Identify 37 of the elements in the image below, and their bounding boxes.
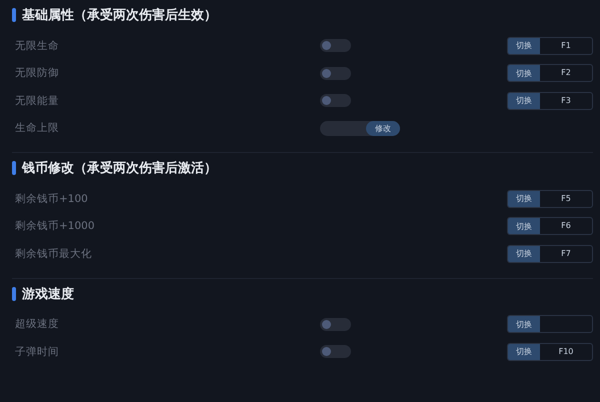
modify-button[interactable]: 修改 (366, 120, 400, 136)
hotkey-label: F5 (560, 192, 572, 205)
input-field[interactable]: 修改 (320, 120, 400, 136)
section-marker (12, 286, 16, 300)
option-label: 剩余钱币+1000 (14, 219, 96, 234)
toggle-switch[interactable] (320, 345, 351, 358)
section-title: 钱币修改（承受两次伤害后激活） (22, 160, 217, 177)
switch-button[interactable]: 切换 (508, 38, 540, 54)
hotkey-label: F6 (560, 220, 572, 232)
option-label: 剩余钱币+100 (14, 192, 89, 206)
option-label: 子弹时间 (14, 344, 60, 359)
toggle-switch[interactable] (320, 318, 351, 331)
section-title: 游戏速度 (22, 286, 74, 302)
toggle-switch[interactable] (320, 39, 351, 52)
section-marker (12, 161, 16, 175)
switch-button[interactable]: 切换 (508, 65, 540, 82)
option-label: 剩余钱币最大化 (14, 246, 93, 261)
hotkey-label: F7 (560, 248, 572, 260)
section-marker (12, 8, 16, 22)
hotkey-label: F2 (560, 67, 572, 80)
hotkey-label: F3 (560, 94, 572, 107)
option-label: 无限生命 (14, 38, 60, 53)
section-title: 基础属性（承受两次伤害后生效） (22, 6, 217, 24)
hotkey-label: F10 (558, 346, 574, 358)
switch-button[interactable]: 切换 (508, 190, 540, 207)
switch-button[interactable]: 切换 (508, 344, 540, 360)
option-label: 无限能量 (14, 94, 60, 108)
option-label: 生命上限 (14, 121, 60, 136)
toggle-switch[interactable] (320, 94, 351, 108)
switch-button[interactable]: 切换 (508, 316, 540, 332)
toggle-switch[interactable] (320, 66, 351, 80)
switch-button[interactable]: 切换 (508, 246, 540, 262)
switch-button[interactable]: 切换 (508, 92, 540, 109)
option-label: 无限防御 (14, 66, 60, 80)
switch-button[interactable]: 切换 (508, 218, 540, 234)
hotkey-label: F1 (560, 40, 572, 52)
option-label: 超级速度 (14, 317, 60, 332)
